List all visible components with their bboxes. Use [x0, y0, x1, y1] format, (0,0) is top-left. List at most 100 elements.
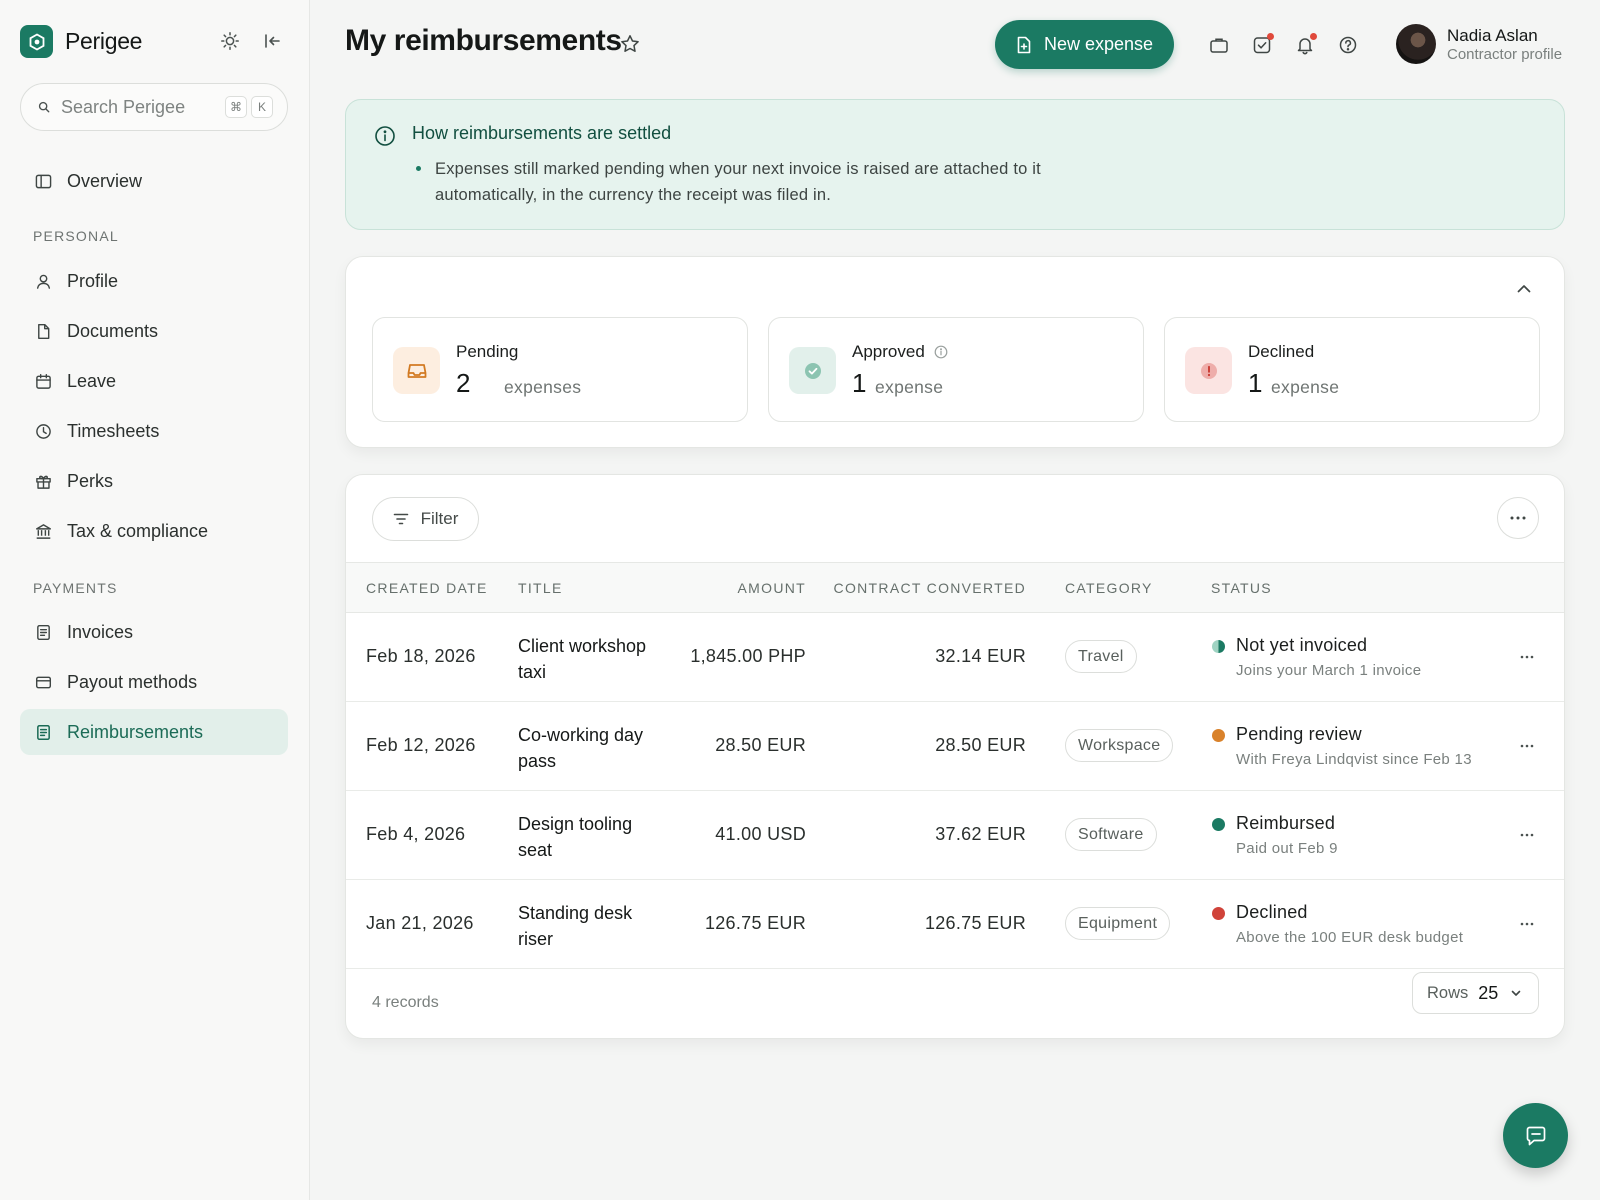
bank-icon — [34, 522, 52, 540]
sidebar-item-timesheets[interactable]: Timesheets — [20, 408, 288, 454]
status-label: Reimbursed — [1236, 813, 1336, 833]
stat-count: 1 — [852, 368, 867, 398]
category-chip: Travel — [1065, 640, 1137, 673]
status-dot-icon — [1212, 729, 1225, 742]
filter-lines-icon — [393, 513, 408, 525]
page-title: My reimbursements — [345, 24, 622, 57]
row-more-options-icon[interactable] — [1516, 913, 1538, 935]
rows-label: Rows — [1427, 983, 1469, 1002]
cell-amount: 28.50 EUR — [715, 735, 806, 755]
cell-converted: 32.14 EUR — [935, 646, 1026, 666]
check-badge-icon — [789, 347, 836, 394]
sidebar-item-invoices[interactable]: Invoices — [20, 609, 288, 655]
row-more-options-icon[interactable] — [1516, 824, 1538, 846]
stat-card-declined[interactable]: Declined 1 expense — [1164, 317, 1540, 422]
new-expense-label: New expense — [1043, 34, 1154, 54]
collapse-sidebar-icon[interactable] — [261, 30, 283, 52]
sidebar-item-tax-compliance[interactable]: Tax & compliance — [20, 508, 288, 554]
sidebar-item-label: Documents — [67, 320, 159, 341]
records-count: 4 records — [372, 994, 439, 1011]
status-detail: Above the 100 EUR desk budget — [1236, 929, 1464, 946]
search-bar[interactable]: ⌘ K — [20, 83, 288, 131]
row-more-options-icon[interactable] — [1516, 735, 1538, 757]
stat-label: Declined — [1248, 342, 1315, 361]
shortcut-cmd-key: ⌘ — [225, 96, 247, 118]
cell-title[interactable]: Standing desk riser — [518, 900, 668, 952]
status-dot-icon — [1212, 818, 1225, 831]
notifications-bell-icon[interactable] — [1293, 33, 1317, 57]
stat-label: Approved — [852, 342, 925, 361]
sidebar-item-label: Invoices — [67, 621, 134, 642]
avatar[interactable] — [1396, 24, 1436, 64]
chevron-down-icon — [1511, 990, 1521, 996]
table-more-options-icon[interactable] — [1497, 497, 1539, 539]
cell-converted: 126.75 EUR — [924, 913, 1026, 933]
sidebar-item-leave[interactable]: Leave — [20, 358, 288, 404]
column-header-category[interactable]: CATEGORY — [1065, 580, 1153, 596]
table-row[interactable]: Feb 12, 2026 Co-working day pass 28.50 E… — [346, 702, 1564, 791]
notifications-alert-dot — [1310, 33, 1317, 40]
stat-label: Pending — [456, 342, 519, 361]
banner-text: Expenses still marked pending when your … — [435, 160, 1041, 204]
cell-converted: 37.62 EUR — [935, 824, 1026, 844]
column-header-status[interactable]: STATUS — [1211, 580, 1272, 596]
sidebar-item-label: Timesheets — [67, 420, 160, 441]
cell-created-date: Feb 4, 2026 — [366, 824, 466, 844]
favorite-star-icon[interactable] — [619, 33, 641, 55]
column-header-created-date[interactable]: CREATED DATE — [366, 580, 488, 596]
stat-unit: expenses — [504, 377, 582, 397]
table-row[interactable]: Jan 21, 2026 Standing desk riser 126.75 … — [346, 880, 1564, 969]
help-icon[interactable] — [1336, 33, 1360, 57]
banner-title: How reimbursements are settled — [412, 123, 672, 143]
sidebar-item-label: Tax & compliance — [67, 520, 209, 541]
sidebar-item-profile[interactable]: Profile — [20, 258, 288, 304]
sidebar-item-reimbursements[interactable]: Reimbursements — [20, 709, 288, 755]
clock-icon — [34, 422, 52, 440]
rows-per-page-select[interactable]: Rows 25 — [1412, 972, 1539, 1014]
table-row[interactable]: Feb 18, 2026 Client workshop taxi 1,845.… — [346, 613, 1564, 702]
column-header-contract-converted[interactable]: CONTRACT CONVERTED — [834, 580, 1026, 596]
cell-title[interactable]: Design tooling seat — [518, 811, 668, 863]
alert-badge-icon — [1185, 347, 1232, 394]
stat-card-approved[interactable]: Approved 1 expense — [768, 317, 1144, 422]
sidebar: Perigee ⌘ K Overview PERSONAL Profile Do… — [0, 0, 310, 1200]
search-input[interactable] — [61, 96, 221, 118]
shortcut-k-key: K — [251, 96, 273, 118]
stat-unit: expense — [875, 377, 944, 397]
brand[interactable]: Perigee — [20, 25, 142, 58]
cell-title[interactable]: Client workshop taxi — [518, 633, 668, 685]
briefcase-icon[interactable] — [1207, 33, 1231, 57]
info-banner: How reimbursements are settled Expenses … — [345, 99, 1565, 230]
document-icon — [34, 322, 52, 340]
sidebar-item-documents[interactable]: Documents — [20, 308, 288, 354]
stat-card-pending[interactable]: Pending 2 expenses — [372, 317, 748, 422]
brand-logo-icon — [20, 25, 53, 58]
filter-button[interactable]: Filter — [372, 497, 479, 541]
status-label: Not yet invoiced — [1236, 635, 1368, 655]
column-header-amount[interactable]: AMOUNT — [738, 580, 806, 596]
collapse-chevron-up-icon[interactable] — [1512, 277, 1536, 301]
cell-created-date: Jan 21, 2026 — [366, 913, 474, 933]
brand-name: Perigee — [65, 28, 143, 54]
cell-title[interactable]: Co-working day pass — [518, 722, 668, 774]
column-header-title[interactable]: TITLE — [518, 580, 563, 596]
tasks-alert-dot — [1267, 33, 1274, 40]
info-circle-icon — [374, 125, 396, 147]
row-more-options-icon[interactable] — [1516, 646, 1538, 668]
chat-support-button[interactable] — [1503, 1103, 1568, 1168]
status-detail: Joins your March 1 invoice — [1236, 662, 1422, 679]
user-name[interactable]: Nadia Aslan — [1447, 26, 1538, 46]
category-chip: Software — [1065, 818, 1157, 851]
nav-section-payments: PAYMENTS — [33, 580, 118, 596]
sidebar-item-overview[interactable]: Overview — [20, 158, 288, 204]
theme-toggle-sun-icon[interactable] — [219, 30, 241, 52]
info-tooltip-icon[interactable] — [934, 345, 948, 359]
table-row[interactable]: Feb 4, 2026 Design tooling seat 41.00 US… — [346, 791, 1564, 880]
sidebar-item-payout-methods[interactable]: Payout methods — [20, 659, 288, 705]
sidebar-item-perks[interactable]: Perks — [20, 458, 288, 504]
tasks-check-icon[interactable] — [1250, 33, 1274, 57]
invoice-icon — [34, 623, 52, 641]
sidebar-item-label: Perks — [67, 470, 114, 491]
sidebar-item-label: Profile — [67, 270, 119, 291]
new-expense-button[interactable]: New expense — [995, 20, 1174, 69]
